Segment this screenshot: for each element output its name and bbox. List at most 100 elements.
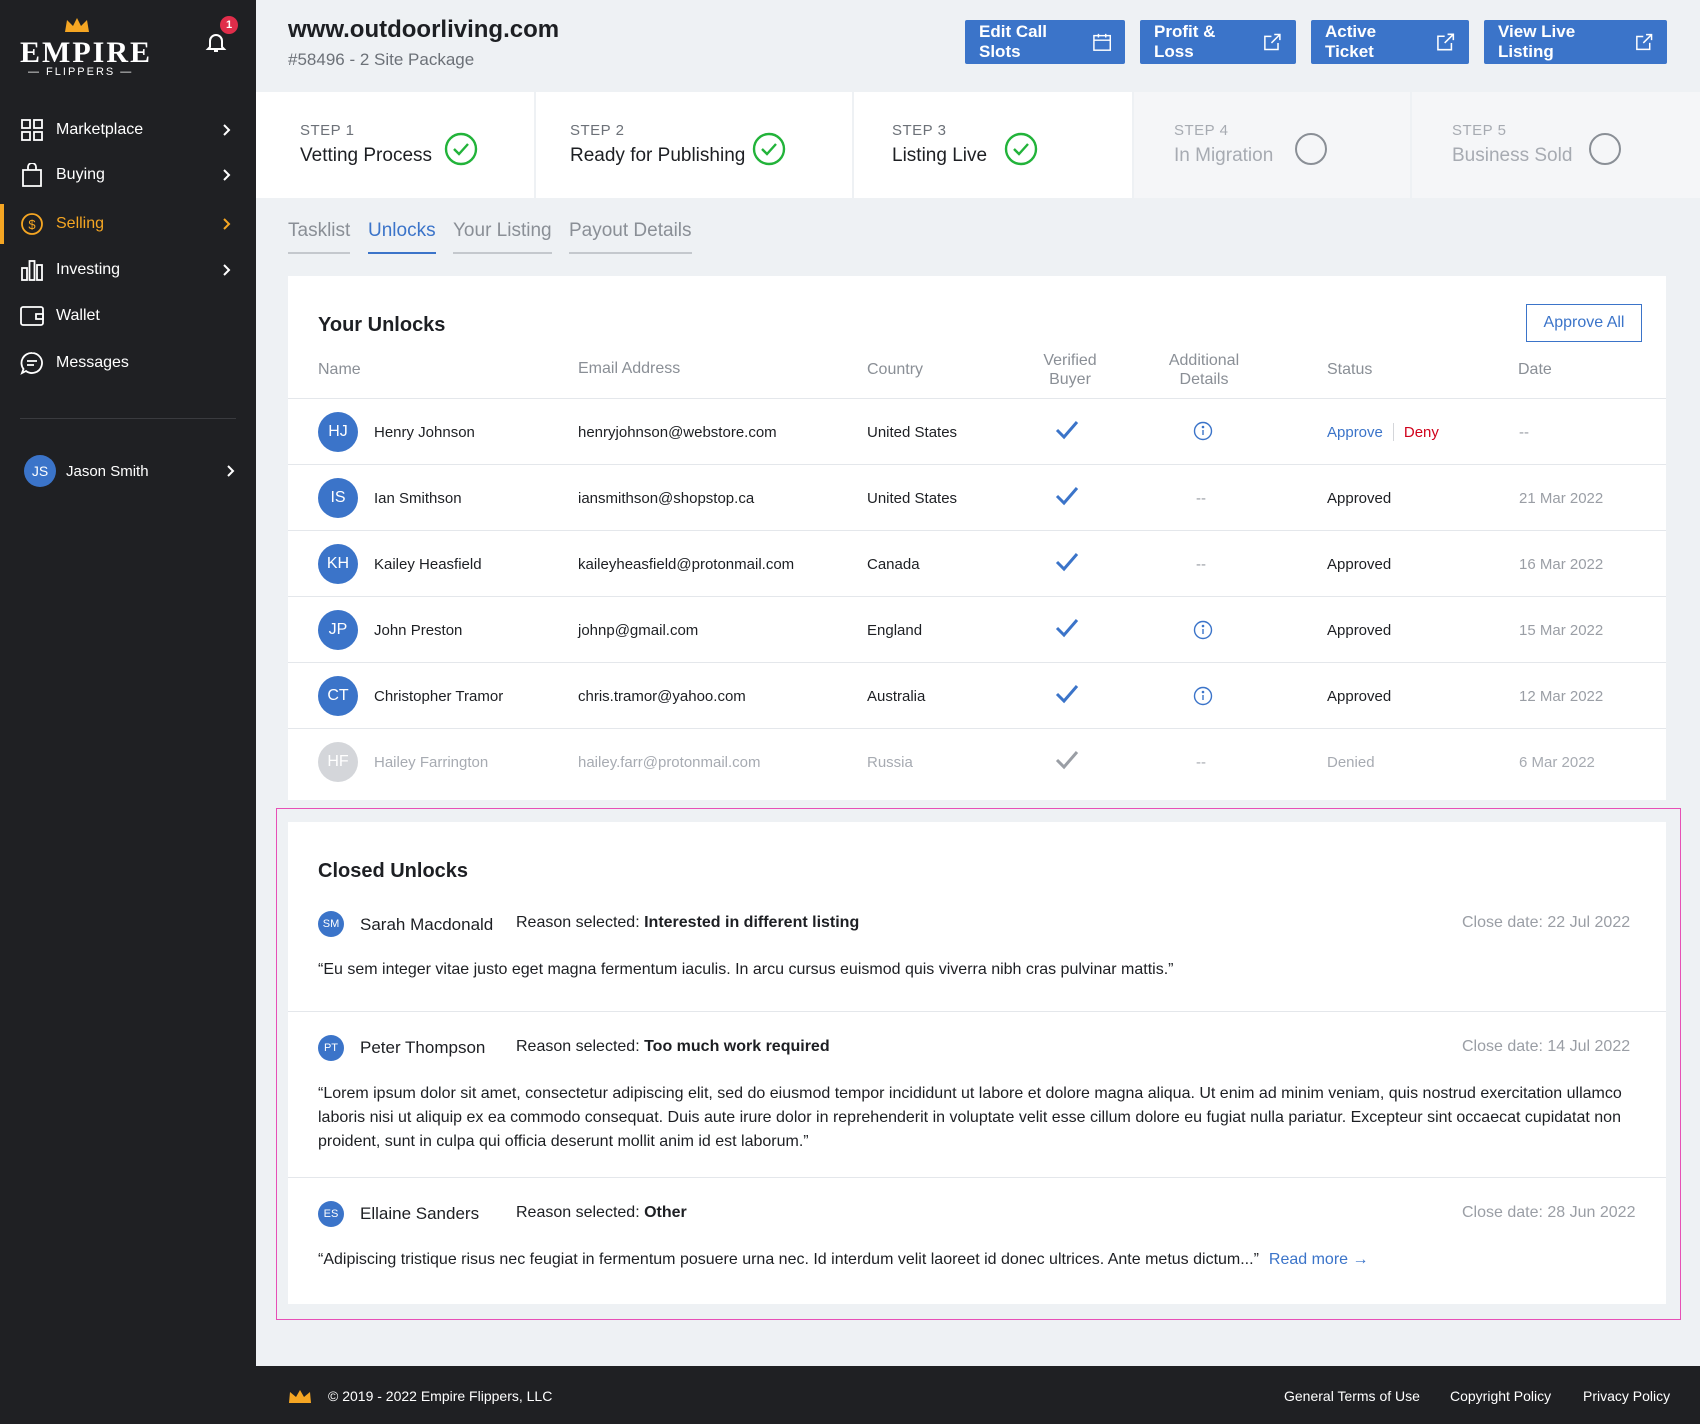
notification-badge: 1 [220,16,238,34]
sidebar-item-label: Messages [56,354,129,371]
sidebar-item-messages[interactable]: Messages [0,343,256,383]
approve-all-button[interactable]: Approve All [1526,304,1642,342]
table-row: HF Hailey Farrington hailey.farr@protonm… [288,728,1666,794]
info-icon[interactable] [1193,686,1213,706]
header-line: Verified [1043,352,1097,369]
column-header-country: Country [867,361,924,378]
sidebar-item-selling[interactable]: $ Selling [0,204,256,244]
closed-comment: “Eu sem integer vitae justo eget magna f… [318,961,1174,978]
step-5: STEP 5 Business Sold [1412,92,1700,198]
column-header-date: Date [1518,361,1552,378]
active-indicator [0,204,4,244]
reason-value: Interested in different listing [644,914,860,931]
grid-icon [20,118,44,142]
approve-link[interactable]: Approve [1327,424,1383,441]
sidebar-item-wallet[interactable]: Wallet [0,296,256,336]
avatar: JS [24,455,56,487]
buyer-country: Australia [867,687,926,705]
closed-reason: Reason selected: Other [516,1204,687,1222]
table-row: CT Christopher Tramor chris.tramor@yahoo… [288,662,1666,728]
chevron-right-icon [223,218,231,230]
avatar: HF [318,742,358,782]
view-live-listing-button[interactable]: View Live Listing [1484,20,1667,64]
calendar-icon [1093,33,1111,51]
buyer-email: johnp@gmail.com [578,621,699,639]
step-4: STEP 4 In Migration [1134,92,1412,198]
entry-divider [288,1177,1666,1178]
header-line: Buyer [1049,371,1091,388]
button-label: Profit & Loss [1154,22,1216,61]
reason-prefix: Reason selected: [516,1204,640,1221]
info-icon[interactable] [1193,620,1213,640]
tab-tasklist[interactable]: Tasklist [288,220,351,254]
unlock-date: -- [1519,423,1529,441]
sidebar-item-investing[interactable]: Investing [0,250,256,290]
privacy-policy-link[interactable]: Privacy Policy [1583,1388,1670,1404]
sidebar-item-buying[interactable]: Buying [0,155,256,195]
avatar: ES [318,1201,344,1227]
user-name: Jason Smith [66,462,149,480]
bell-icon[interactable] [204,30,228,54]
chat-icon [20,351,44,375]
buyer-name: Kailey Heasfield [374,555,482,573]
status-badge: Approved [1327,687,1392,705]
sidebar-item-label: Buying [56,166,105,183]
read-more-link[interactable]: Read more → [1269,1251,1369,1268]
check-circle-icon [1004,132,1038,166]
profit-loss-button[interactable]: Profit & Loss [1140,20,1296,64]
empty-circle-icon [1589,133,1621,165]
reason-value: Too much work required [644,1038,830,1055]
user-menu[interactable]: JS Jason Smith [0,450,256,492]
step-label: STEP 2 [570,122,625,139]
tab-unlocks[interactable]: Unlocks [368,220,436,254]
tab-payout-details[interactable]: Payout Details [569,220,692,254]
crown-icon [289,1390,311,1403]
closed-buyer-name: Ellaine Sanders [360,1204,480,1223]
buyer-country: Russia [867,753,913,771]
step-title: In Migration [1174,145,1274,166]
deny-link[interactable]: Deny [1404,424,1439,441]
step-title: Vetting Process [300,145,433,166]
chevron-right-icon [227,465,235,477]
terms-of-use-link[interactable]: General Terms of Use [1284,1388,1420,1404]
closed-buyer-name: Sarah Macdonald [360,915,494,934]
buyer-email: hailey.farr@protonmail.com [578,753,761,771]
sidebar-item-marketplace[interactable]: Marketplace [0,110,256,150]
closed-buyer-name: Peter Thompson [360,1038,486,1057]
avatar: KH [318,544,358,584]
sidebar-item-label: Marketplace [56,121,144,138]
buyer-country: Canada [867,555,920,573]
buyer-name: Hailey Farrington [374,753,489,771]
buyer-country: United States [867,489,958,507]
additional-details: -- [1196,555,1206,573]
tab-your-listing[interactable]: Your Listing [453,220,552,254]
closed-reason: Reason selected: Too much work required [516,1038,830,1056]
sidebar: EMPIRE — FLIPPERS — 1 Marketplace Buying… [0,0,256,1424]
svg-text:$: $ [28,217,36,232]
external-link-icon [1264,33,1281,51]
closed-comment: “Adipiscing tristique risus nec feugiat … [318,1251,1259,1268]
copyright-policy-link[interactable]: Copyright Policy [1450,1388,1551,1404]
entry-divider [288,1011,1666,1012]
step-2: STEP 2 Ready for Publishing [536,92,854,198]
unlock-date: 6 Mar 2022 [1519,753,1595,771]
status-badge: Approved [1327,555,1392,573]
table-row: HJ Henry Johnson henryjohnson@webstore.c… [288,398,1666,464]
buyer-email: kaileyheasfield@protonmail.com [578,555,795,573]
chevron-right-icon [223,169,231,181]
info-icon[interactable] [1193,421,1213,441]
status-actions: Approve Deny [1327,399,1439,465]
status-badge: Approved [1327,489,1392,507]
buyer-email: chris.tramor@yahoo.com [578,687,746,705]
logo-subtitle: — FLIPPERS — [28,66,134,78]
avatar: JP [318,610,358,650]
page-subtitle: #58496 - 2 Site Package [288,50,475,69]
step-title: Business Sold [1452,145,1573,166]
edit-call-slots-button[interactable]: Edit Call Slots [965,20,1125,64]
empire-flippers-logo[interactable]: EMPIRE — FLIPPERS — [20,16,150,78]
buyer-name: Christopher Tramor [374,687,504,705]
table-row: KH Kailey Heasfield kaileyheasfield@prot… [288,530,1666,596]
sidebar-item-label: Selling [56,215,105,232]
active-ticket-button[interactable]: Active Ticket [1311,20,1469,64]
header-line: Additional [1168,352,1240,369]
